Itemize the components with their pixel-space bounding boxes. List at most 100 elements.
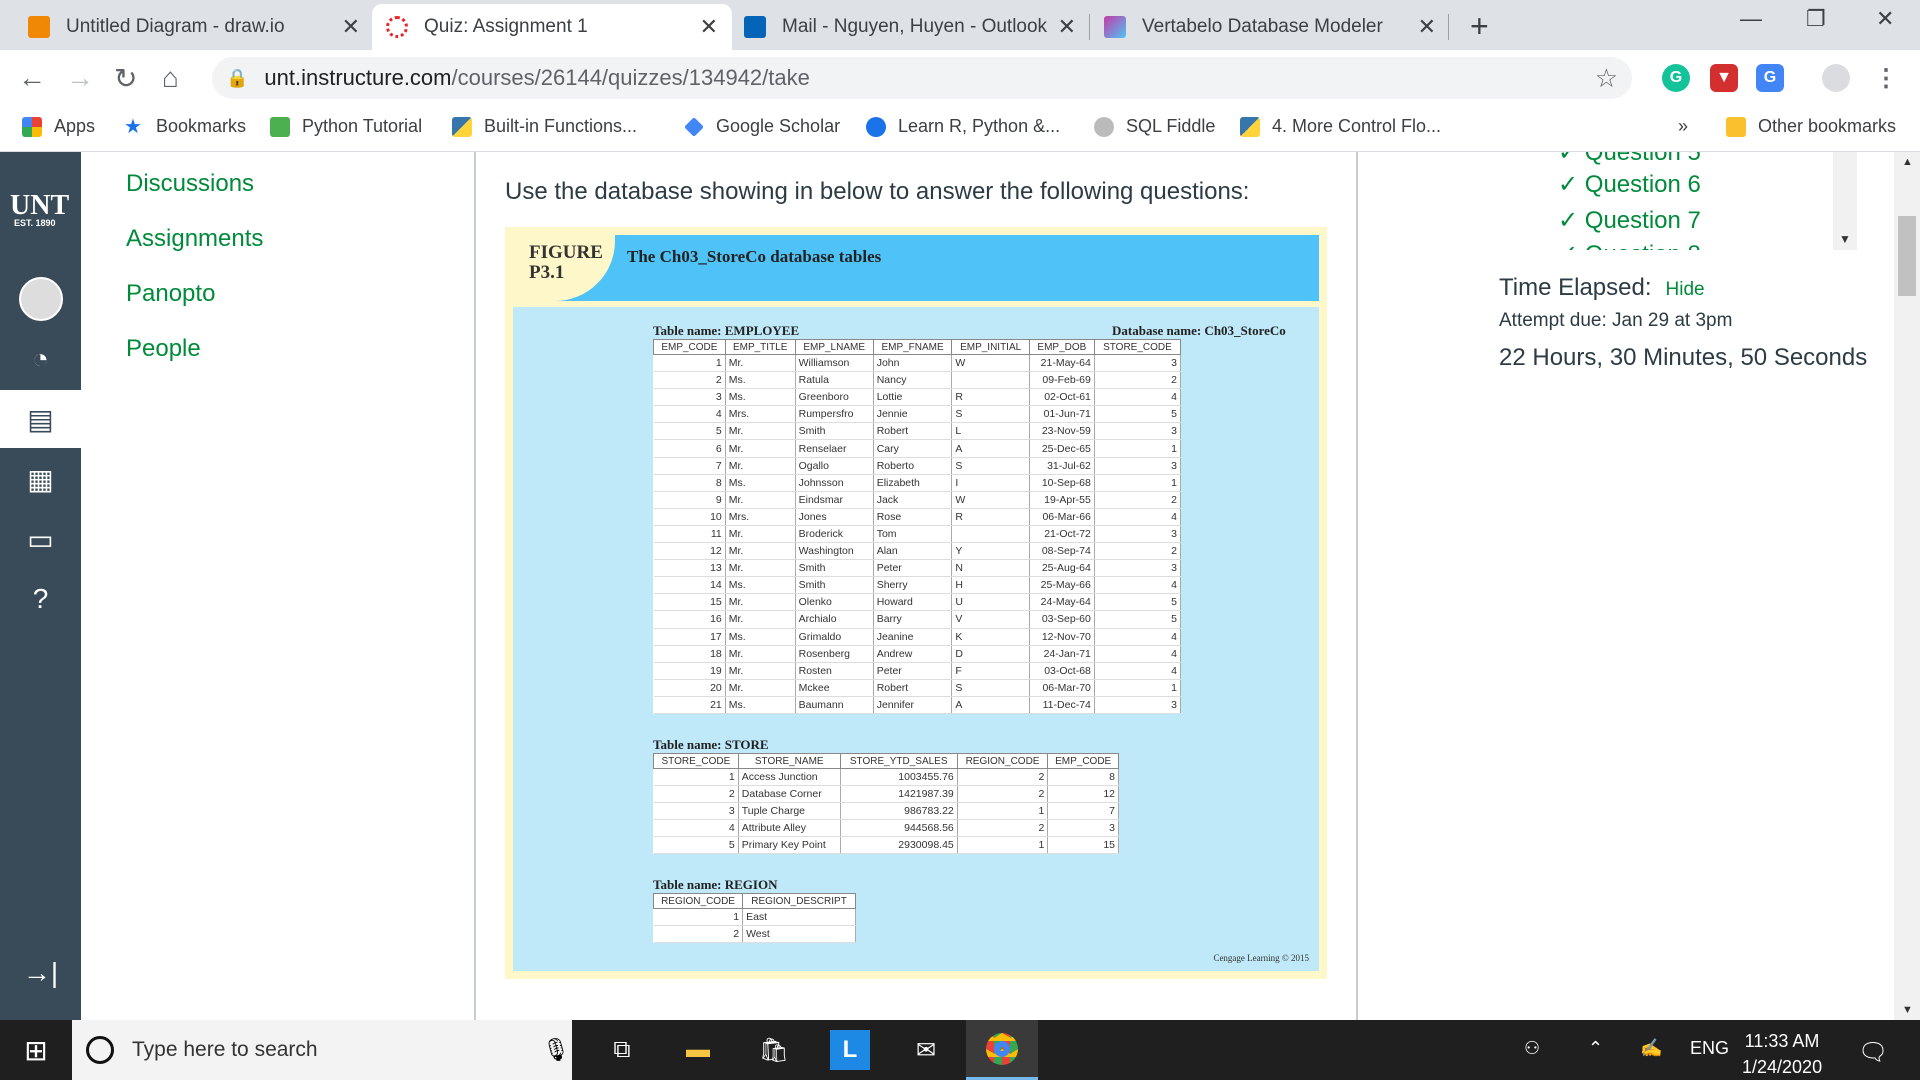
table-cell: Alan	[873, 542, 953, 561]
table-cell: 03-Oct-68	[1029, 662, 1095, 680]
table-cell: 21-May-64	[1029, 354, 1095, 373]
close-icon[interactable]: ✕	[1418, 14, 1436, 40]
taskbar-search[interactable]: Type here to search 🎙	[72, 1020, 572, 1080]
url-text[interactable]: unt.instructure.com/courses/26144/quizze…	[264, 65, 809, 91]
table-row: 5 Mr. Smith Robert L 23-Nov-59 3	[653, 422, 1182, 441]
translate-icon[interactable]: G	[1756, 64, 1784, 92]
tab-quiz[interactable]: Quiz: Assignment 1 ✕	[372, 4, 732, 50]
bookmark-python-tutorial[interactable]: Python Tutorial	[270, 116, 422, 137]
notification-icon[interactable]: 🗨	[1858, 1038, 1888, 1067]
table-row: 3 Ms. Greenboro Lottie R 02-Oct-61 4	[653, 388, 1182, 407]
omnibox[interactable]: 🔒 unt.instructure.com/courses/26144/quiz…	[212, 57, 1632, 99]
restore-button[interactable]: ❐	[1806, 6, 1826, 32]
table-cell: 1	[1094, 439, 1182, 458]
task-view-icon[interactable]: ⧉	[602, 1030, 642, 1070]
bookmark-google-scholar[interactable]: Google Scholar	[684, 116, 840, 137]
table-row: 1 Access Junction 1003455.76 2 8	[653, 768, 1119, 787]
courses-icon[interactable]: ▤	[0, 390, 81, 448]
reload-button[interactable]: ↻	[114, 62, 137, 95]
time-elapsed-value: 22 Hours, 30 Minutes, 50 Seconds	[1499, 344, 1868, 371]
tray-chevron-icon[interactable]: ⌃	[1588, 1038, 1603, 1059]
mail-icon[interactable]: ✉	[906, 1030, 946, 1070]
table-cell: Sherry	[873, 576, 953, 595]
chrome-taskbar-icon[interactable]	[966, 1020, 1038, 1080]
page-scrollbar-thumb[interactable]	[1898, 216, 1916, 296]
tab-outlook[interactable]: Mail - Nguyen, Huyen - Outlook ✕	[730, 4, 1090, 50]
browser-tab-bar: Untitled Diagram - draw.io ✕ Quiz: Assig…	[0, 0, 1920, 50]
new-tab-button[interactable]: +	[1470, 8, 1489, 45]
bookmark-star-icon[interactable]: ☆	[1595, 63, 1618, 94]
table-cell: 1	[957, 836, 1049, 855]
tab-drawio[interactable]: Untitled Diagram - draw.io ✕	[14, 4, 374, 50]
table-cell: Jack	[873, 491, 953, 509]
table-cell: Database Corner	[738, 785, 841, 804]
account-avatar[interactable]	[0, 270, 81, 328]
forward-button[interactable]: →	[66, 62, 94, 94]
l-app-icon[interactable]: L	[830, 1030, 870, 1070]
table-cell: 2	[653, 371, 726, 390]
grammarly-icon[interactable]: G	[1662, 64, 1690, 92]
taskbar-clock[interactable]: 11:33 AM 1/24/2020	[1742, 1028, 1822, 1080]
bookmark-sql-fiddle[interactable]: SQL Fiddle	[1094, 116, 1215, 137]
close-icon[interactable]: ✕	[1058, 14, 1076, 40]
table-cell: R	[951, 388, 1030, 407]
content-divider	[474, 152, 476, 1020]
menu-dots-icon[interactable]: ⋮	[1872, 64, 1900, 92]
collapse-nav-icon[interactable]: →|	[0, 944, 81, 1002]
dashboard-icon[interactable]: ◔	[0, 330, 81, 388]
store-icon[interactable]: 🛍	[754, 1030, 794, 1070]
windows-start-icon[interactable]: ⊞	[16, 1030, 56, 1070]
close-icon[interactable]: ✕	[342, 14, 360, 40]
table-cell: Mckee	[795, 679, 874, 697]
table-cell: Archialo	[795, 610, 874, 629]
canvas-icon	[386, 16, 408, 38]
bookmark-learn-r[interactable]: Learn R, Python &...	[866, 116, 1060, 137]
table-cell: A	[951, 696, 1030, 714]
language-indicator[interactable]: ENG	[1690, 1038, 1729, 1059]
profile-avatar[interactable]	[1822, 64, 1850, 92]
nav-panopto[interactable]: Panopto	[126, 280, 263, 335]
table-cell: West	[742, 925, 856, 944]
time-elapsed-label: Time Elapsed:	[1499, 274, 1652, 301]
nav-discussions[interactable]: Discussions	[126, 170, 263, 225]
lock-icon: 🔒	[226, 67, 249, 88]
file-explorer-icon[interactable]: ▬	[678, 1030, 718, 1070]
bookmark-control-flow[interactable]: 4. More Control Flo...	[1240, 116, 1441, 137]
more-bookmarks-button[interactable]: »	[1678, 116, 1688, 137]
figure-caption: The Ch03_StoreCo database tables	[627, 247, 882, 266]
microphone-icon[interactable]: 🎙	[542, 1037, 570, 1063]
table-cell: 1	[1094, 679, 1182, 697]
question-list-scrollbar[interactable]: ▼	[1833, 152, 1857, 250]
minimize-button[interactable]: —	[1740, 6, 1762, 32]
question-link-7[interactable]: ✓ Question 7	[1558, 206, 1701, 235]
question-link-6[interactable]: ✓ Question 6	[1558, 170, 1701, 199]
bookmark-builtin-functions[interactable]: Built-in Functions...	[452, 116, 637, 137]
pen-icon[interactable]: ✍	[1640, 1038, 1662, 1059]
table-cell: V	[951, 610, 1030, 629]
other-bookmarks[interactable]: Other bookmarks	[1726, 116, 1896, 137]
more-bookmarks-label: »	[1678, 116, 1689, 136]
table-cell: Mr.	[725, 525, 796, 544]
home-button[interactable]: ⌂	[162, 62, 179, 94]
table-cell: 4	[1094, 662, 1182, 680]
help-icon[interactable]: ?	[0, 570, 81, 628]
hide-timer-link[interactable]: Hide	[1666, 279, 1705, 300]
close-icon[interactable]: ✕	[700, 14, 718, 40]
bookmark-apps[interactable]: Apps	[22, 116, 95, 137]
bookmark-bookmarks[interactable]: ★ Bookmarks	[124, 116, 246, 137]
pocket-icon[interactable]: ▼	[1710, 64, 1738, 92]
question-link-5[interactable]: ✓ Question 5	[1558, 152, 1701, 167]
nav-assignments[interactable]: Assignments	[126, 225, 263, 280]
region-table-title: Table name: REGION	[653, 877, 778, 892]
table-cell: Ms.	[725, 388, 796, 407]
table-cell: Attribute Alley	[738, 819, 841, 838]
tab-vertabelo[interactable]: Vertabelo Database Modeler ✕	[1090, 4, 1450, 50]
close-window-button[interactable]: ✕	[1876, 6, 1894, 32]
people-icon[interactable]: ⚇	[1524, 1038, 1540, 1059]
table-cell: Johnsson	[795, 474, 874, 492]
table-cell: Smith	[795, 559, 874, 578]
calendar-icon[interactable]: ▦	[0, 450, 81, 508]
nav-people[interactable]: People	[126, 335, 263, 390]
inbox-icon[interactable]: ▭	[0, 510, 81, 568]
back-button[interactable]: ←	[18, 62, 46, 94]
